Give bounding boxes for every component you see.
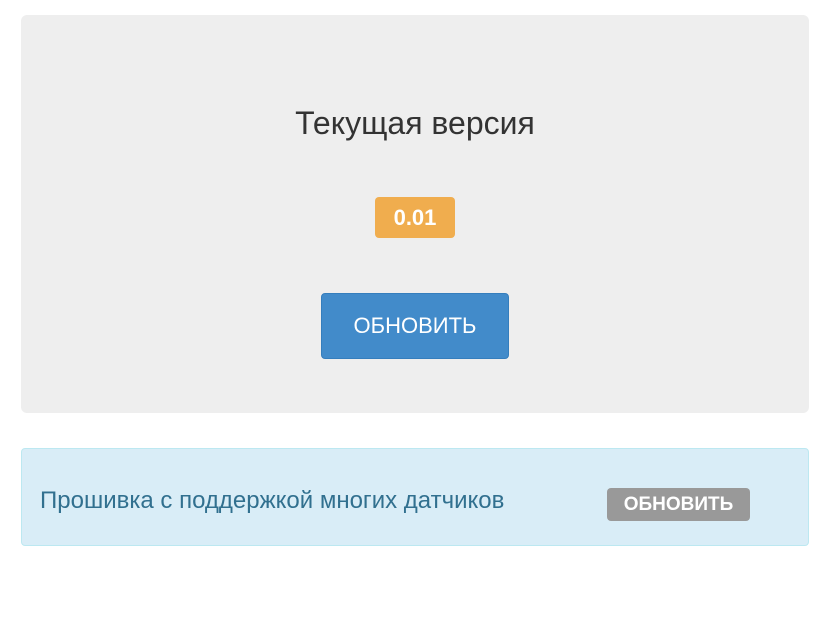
firmware-update-button[interactable]: ОБНОВИТЬ	[607, 488, 750, 521]
firmware-alert: Прошивка с поддержкой многих датчиков ОБ…	[21, 448, 809, 546]
current-version-title: Текущая версия	[295, 105, 535, 141]
current-version-panel: Текущая версия 0.01 ОБНОВИТЬ	[21, 15, 809, 413]
version-badge: 0.01	[375, 197, 455, 238]
firmware-description: Прошивка с поддержкой многих датчиков	[40, 487, 505, 514]
update-button[interactable]: ОБНОВИТЬ	[321, 293, 509, 359]
